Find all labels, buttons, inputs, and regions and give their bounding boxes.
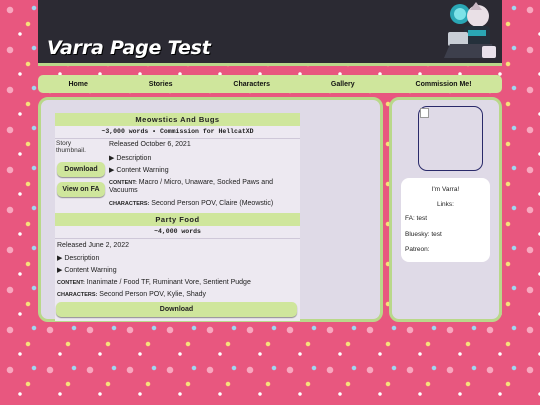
link-fa[interactable]: FA: test (405, 215, 427, 222)
download-button[interactable]: Download (57, 162, 105, 177)
story-thumbnail: Story thumbnail. (56, 140, 100, 154)
download-button[interactable]: Download (56, 302, 297, 317)
profile-info-card: I'm Varra! Links: FA: test Bluesky: test… (401, 178, 490, 262)
main-nav: Home Stories Characters Gallery Commissi… (38, 75, 502, 93)
content-label: CONTENT: (57, 280, 85, 286)
link-bluesky[interactable]: Bluesky: test (405, 231, 442, 238)
stories-panel: Meowstics And Bugs ~3,000 words • Commis… (38, 97, 383, 322)
profile-sidebar: I'm Varra! Links: FA: test Bluesky: test… (389, 97, 502, 322)
story-characters: CHARACTERS: Second Person POV, Claire (M… (109, 200, 273, 207)
story-subtitle: ~3,000 words • Commission for HellcatXD (55, 126, 300, 139)
profile-avatar (418, 106, 483, 171)
nav-home[interactable]: Home (68, 81, 87, 88)
nav-commission[interactable]: Commission Me! (416, 81, 472, 88)
story-card: Party Food ~4,000 words Released June 2,… (55, 213, 300, 321)
site-title: Varra Page Test (47, 37, 211, 59)
content-warning-toggle[interactable]: ▶ Content Warning (57, 266, 117, 274)
story-thumbnail-alt: Story thumbnail. (56, 140, 86, 154)
story-title: Party Food (55, 213, 300, 226)
story-characters: CHARACTERS: Second Person POV, Kylie, Sh… (57, 291, 206, 298)
content-text: Inanimate / Food TF, Ruminant Vore, Sent… (86, 279, 251, 286)
link-patreon[interactable]: Patreon: (405, 246, 430, 253)
characters-text: Second Person POV, Kylie, Shady (99, 291, 207, 298)
characters-label: CHARACTERS: (109, 201, 150, 207)
content-warning-toggle[interactable]: ▶ Content Warning (109, 166, 169, 174)
site-header: Varra Page Test (38, 0, 502, 66)
characters-label: CHARACTERS: (57, 292, 98, 298)
characters-text: Second Person POV, Claire (Meowstic) (151, 200, 274, 207)
nav-gallery[interactable]: Gallery (331, 81, 355, 88)
story-card: Meowstics And Bugs ~3,000 words • Commis… (55, 113, 300, 213)
broken-image-icon (420, 108, 429, 118)
story-release-date: Released June 2, 2022 (57, 242, 129, 249)
nav-characters[interactable]: Characters (233, 81, 270, 88)
story-release-date: Released October 6, 2021 (109, 141, 191, 148)
description-toggle[interactable]: ▶ Description (57, 254, 99, 262)
nav-stories[interactable]: Stories (149, 81, 173, 88)
content-label: CONTENT: (109, 180, 137, 186)
profile-intro: I'm Varra! (431, 186, 460, 193)
story-subtitle: ~4,000 words (55, 226, 300, 239)
story-content-tags: CONTENT: Inanimate / Food TF, Ruminant V… (57, 279, 251, 286)
story-title: Meowstics And Bugs (55, 113, 300, 126)
links-heading: Links: (437, 201, 454, 208)
header-character-art (444, 2, 496, 58)
story-content-tags: CONTENT: Macro / Micro, Unaware, Socked … (109, 179, 297, 195)
description-toggle[interactable]: ▶ Description (109, 154, 151, 162)
view-on-fa-button[interactable]: View on FA (57, 182, 105, 197)
